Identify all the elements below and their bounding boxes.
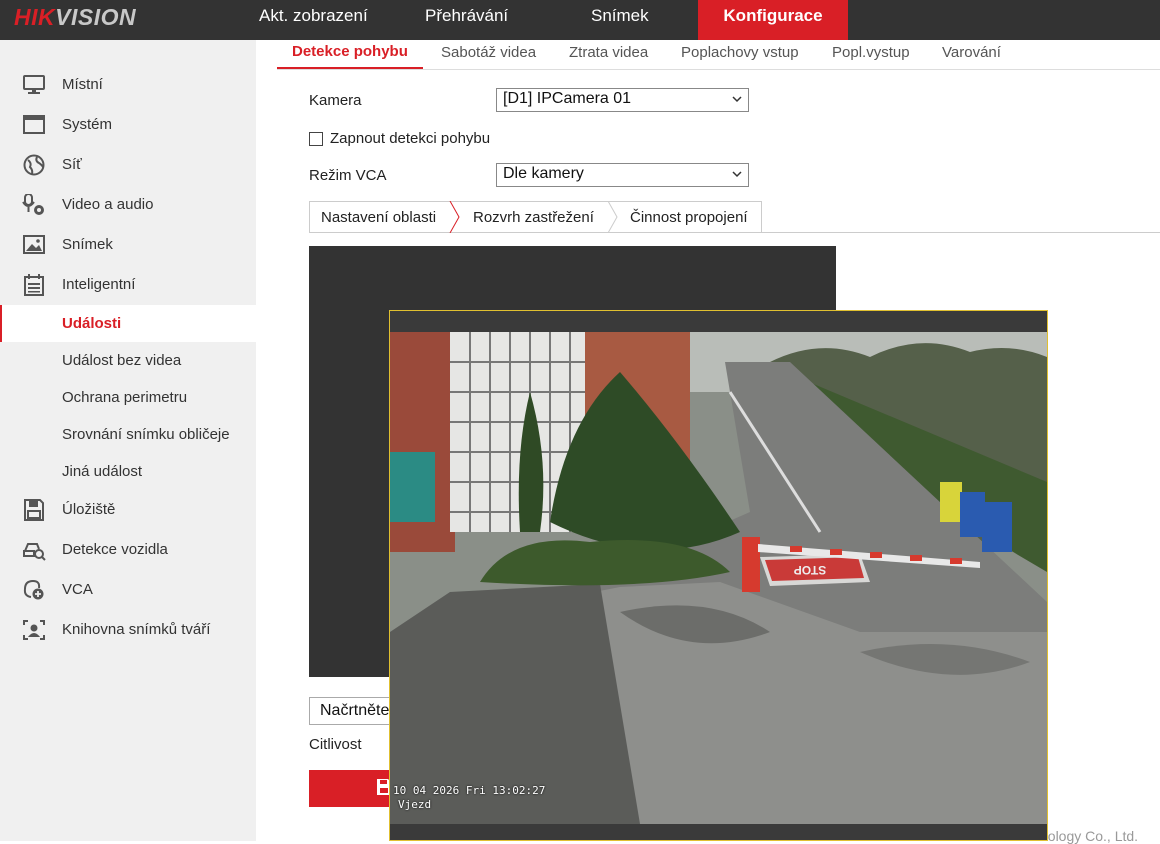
- sidebar-subitem-face-comparison[interactable]: Srovnání snímku obličeje: [0, 416, 256, 453]
- tab-arming-schedule-label: Rozvrh zastřežení: [473, 208, 594, 226]
- chevron-down-icon: [732, 171, 742, 178]
- car-search-icon: [23, 543, 46, 561]
- image-icon: [23, 235, 45, 254]
- tab-video-tampering[interactable]: Sabotáž videa: [441, 44, 536, 61]
- nav-live-view[interactable]: Akt. zobrazení: [259, 0, 368, 40]
- tab-separator-arrow: [607, 201, 618, 233]
- camera-scene: STOP: [390, 332, 1047, 824]
- tab-motion-detection[interactable]: Detekce pohybu: [292, 43, 408, 60]
- sidebar-item-network[interactable]: Síť: [0, 146, 256, 183]
- sidebar-subitem-events[interactable]: Události: [0, 305, 256, 342]
- nav-playback[interactable]: Přehrávání: [425, 0, 508, 40]
- camera-live-image: STOP 10 04 2026 Fri 13:02:27 Vjezd: [390, 332, 1047, 824]
- sidebar-item-intelligent[interactable]: Inteligentní: [0, 266, 256, 303]
- vca-mode-label: Režim VCA: [309, 167, 387, 184]
- tab-linkage-method[interactable]: Činnost propojení: [630, 201, 748, 233]
- tab-arming-schedule[interactable]: Rozvrh zastřežení: [473, 201, 594, 233]
- sidebar-item-face-library[interactable]: Knihovna snímků tváří: [0, 611, 256, 648]
- sidebar-item-label: Systém: [62, 116, 113, 133]
- face-frame-icon: [23, 620, 45, 640]
- floppy-icon: [24, 499, 44, 521]
- camera-select[interactable]: [D1] IPCamera 01: [496, 88, 749, 112]
- top-navigation-bar: HIKVISION Akt. zobrazení Přehrávání Sním…: [0, 0, 1160, 40]
- osd-camera-name: Vjezd: [398, 798, 432, 811]
- sidebar-subitem-other-event[interactable]: Jiná událost: [0, 453, 256, 490]
- sidebar-item-label: Video a audio: [62, 196, 154, 213]
- hikvision-logo: HIKVISION: [14, 4, 137, 30]
- sidebar-item-label: Úložiště: [62, 501, 116, 518]
- event-sub-tabs: Detekce pohybu Sabotáž videa Ztrata vide…: [277, 40, 1160, 70]
- sidebar-subitem-label: Událost bez videa: [62, 352, 182, 369]
- tab-exception[interactable]: Varování: [942, 44, 1001, 61]
- sidebar-item-label: Snímek: [62, 236, 113, 253]
- tab-area-settings[interactable]: Nastavení oblasti: [309, 201, 459, 233]
- enable-motion-detection-label: Zapnout detekci pohybu: [330, 130, 491, 147]
- vca-gear-icon: [23, 579, 44, 600]
- sidebar-item-picture[interactable]: Snímek: [0, 226, 256, 263]
- enable-motion-detection-checkbox[interactable]: [309, 132, 323, 146]
- sidebar-item-label: VCA: [62, 581, 93, 598]
- sidebar-item-label: Knihovna snímků tváří: [62, 621, 211, 638]
- window-icon: [23, 115, 45, 134]
- sidebar: Místní Systém Síť Video a audio Snímek I…: [0, 40, 256, 841]
- active-tab-underline: [277, 67, 423, 69]
- sidebar-item-vehicle-detection[interactable]: Detekce vozidla: [0, 531, 256, 568]
- draw-area-select-value: Načrtněte: [320, 702, 390, 719]
- tab-separator-arrow: [449, 201, 460, 233]
- motion-settings-tabs: Nastavení oblasti Rozvrh zastřežení Činn…: [309, 201, 1160, 233]
- sidebar-item-vca[interactable]: VCA: [0, 571, 256, 608]
- vca-mode-select[interactable]: Dle kamery: [496, 163, 749, 187]
- tab-alarm-output[interactable]: Popl.vystup: [832, 44, 910, 61]
- footer-copyright: nology Co., Ltd.: [1040, 828, 1139, 844]
- sidebar-subitem-perimeter-protection[interactable]: Ochrana perimetru: [0, 379, 256, 416]
- nav-configuration[interactable]: Konfigurace: [698, 0, 848, 40]
- tab-linkage-method-label: Činnost propojení: [630, 208, 748, 226]
- sidebar-item-label: Detekce vozidla: [62, 541, 168, 558]
- sidebar-item-storage[interactable]: Úložiště: [0, 491, 256, 528]
- sidebar-subitem-event-without-video[interactable]: Událost bez videa: [0, 342, 256, 379]
- sensitivity-label: Citlivost: [309, 736, 362, 753]
- sidebar-item-label: Místní: [62, 76, 103, 93]
- chevron-down-icon: [732, 96, 742, 103]
- monitor-icon: [23, 75, 45, 94]
- sidebar-item-local[interactable]: Místní: [0, 66, 256, 103]
- tab-video-loss[interactable]: Ztrata videa: [569, 44, 648, 61]
- tab-alarm-input[interactable]: Poplachovy vstup: [681, 44, 799, 61]
- camera-select-value: [D1] IPCamera 01: [503, 90, 632, 107]
- sidebar-subitem-label: Jiná událost: [62, 463, 143, 480]
- camera-preview-popup[interactable]: STOP 10 04 2026 Fri 13:02:27 Vjezd: [389, 310, 1048, 841]
- tab-area-settings-label: Nastavení oblasti: [321, 208, 437, 226]
- road-stop-marking: STOP: [794, 563, 826, 577]
- mic-camera-icon: [22, 194, 44, 215]
- sidebar-item-system[interactable]: Systém: [0, 106, 256, 143]
- sidebar-item-label: Síť: [62, 156, 82, 173]
- globe-icon: [23, 154, 45, 176]
- calendar-icon: [24, 274, 44, 296]
- osd-datetime: 10 04 2026 Fri 13:02:27: [393, 784, 546, 797]
- nav-picture[interactable]: Snímek: [591, 0, 649, 40]
- sidebar-item-label: Inteligentní: [62, 276, 136, 293]
- sidebar-item-video-audio[interactable]: Video a audio: [0, 186, 256, 223]
- camera-label: Kamera: [309, 92, 362, 109]
- sidebar-subitem-label: Srovnání snímku obličeje: [62, 426, 230, 443]
- sidebar-subitem-label: Události: [62, 315, 122, 332]
- vca-mode-select-value: Dle kamery: [503, 165, 584, 182]
- sidebar-subitem-label: Ochrana perimetru: [62, 389, 188, 406]
